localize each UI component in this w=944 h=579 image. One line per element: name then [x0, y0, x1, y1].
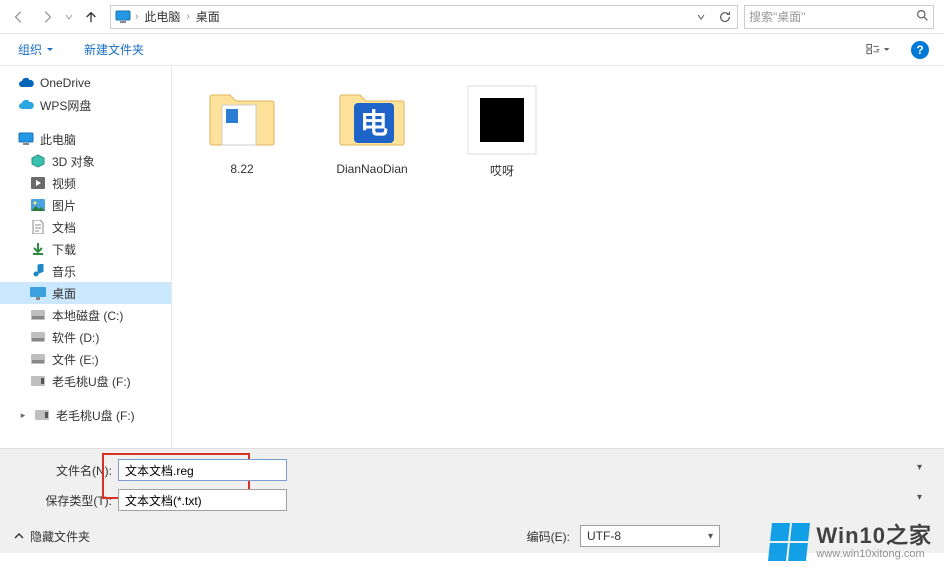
expand-icon[interactable]: ▸	[18, 410, 28, 421]
document-icon	[30, 219, 46, 235]
chevron-down-icon: ▾	[708, 531, 713, 542]
filename-row: 文件名(N): ▾	[14, 459, 930, 481]
music-icon	[30, 263, 46, 279]
hide-folders-button[interactable]: 隐藏文件夹	[14, 528, 90, 545]
desktop-icon	[30, 285, 46, 301]
chevron-down-icon	[697, 13, 705, 21]
file-item[interactable]: 电 DianNaoDian	[322, 80, 422, 180]
new-folder-label: 新建文件夹	[84, 41, 144, 58]
cloud-icon	[18, 75, 34, 91]
tree-3dobjects[interactable]: 3D 对象	[0, 150, 171, 172]
file-label: DianNaoDian	[336, 162, 407, 176]
image-thumb-icon	[466, 84, 538, 156]
chevron-down-icon[interactable]: ▾	[917, 462, 922, 473]
navigation-bar: › 此电脑 › 桌面	[0, 0, 944, 34]
file-item[interactable]: 8.22	[192, 80, 292, 180]
help-button[interactable]: ?	[908, 38, 932, 62]
content-area[interactable]: 8.22 电 DianNaoDian 哎呀	[172, 66, 944, 448]
tree-desktop[interactable]: 桌面	[0, 282, 171, 304]
up-button[interactable]	[78, 4, 104, 30]
tree-thispc[interactable]: 此电脑	[0, 128, 171, 150]
filename-label: 文件名(N):	[14, 462, 118, 479]
chevron-down-icon[interactable]: ▾	[917, 492, 922, 503]
watermark-url: www.win10xitong.com	[816, 548, 932, 560]
tree-local-c[interactable]: 本地磁盘 (C:)	[0, 304, 171, 326]
tree-pictures[interactable]: 图片	[0, 194, 171, 216]
main-area: OneDrive WPS网盘 此电脑 3D 对象 视频 图片 文档	[0, 66, 944, 448]
tree-drive-e[interactable]: 文件 (E:)	[0, 348, 171, 370]
tree-downloads[interactable]: 下载	[0, 238, 171, 260]
chevron-right-icon: ›	[133, 11, 140, 22]
search-box[interactable]	[744, 5, 934, 29]
file-label: 8.22	[230, 162, 253, 176]
file-item[interactable]: 哎呀	[452, 80, 552, 183]
drive-icon	[30, 307, 46, 323]
chevron-down-icon	[65, 13, 73, 21]
help-icon: ?	[911, 41, 929, 59]
encoding-label: 编码(E):	[527, 528, 570, 545]
filetype-row: 保存类型(T): ▾	[14, 489, 930, 511]
filetype-label: 保存类型(T):	[14, 492, 118, 509]
arrow-left-icon	[12, 10, 26, 24]
address-bar[interactable]: › 此电脑 › 桌面	[110, 5, 738, 29]
chevron-down-icon	[46, 46, 54, 54]
folder-tree[interactable]: OneDrive WPS网盘 此电脑 3D 对象 视频 图片 文档	[0, 66, 172, 448]
cube-icon	[30, 153, 46, 169]
cloud-icon	[18, 97, 34, 113]
forward-button[interactable]	[34, 4, 60, 30]
drive-icon	[30, 329, 46, 345]
folder-icon	[206, 84, 278, 156]
windows-logo-icon	[768, 523, 810, 561]
crumb-thispc[interactable]: 此电脑	[140, 6, 184, 28]
search-input[interactable]	[749, 10, 916, 24]
tree-documents[interactable]: 文档	[0, 216, 171, 238]
drive-icon	[30, 351, 46, 367]
arrow-up-icon	[84, 10, 98, 24]
refresh-button[interactable]	[713, 6, 737, 28]
tree-onedrive[interactable]: OneDrive	[0, 72, 171, 94]
tree-wps[interactable]: WPS网盘	[0, 94, 171, 116]
address-dropdown[interactable]	[689, 6, 713, 28]
filename-input[interactable]	[118, 459, 287, 481]
tree-drive-d[interactable]: 软件 (D:)	[0, 326, 171, 348]
new-folder-button[interactable]: 新建文件夹	[78, 37, 150, 62]
pc-icon	[18, 131, 34, 147]
tree-usb-f[interactable]: 老毛桃U盘 (F:)	[0, 370, 171, 392]
recent-dropdown[interactable]	[62, 4, 76, 30]
usb-drive-icon	[30, 373, 46, 389]
chevron-right-icon: ›	[184, 11, 191, 22]
chevron-up-icon	[14, 531, 24, 541]
breadcrumb: › 此电脑 › 桌面	[133, 6, 224, 28]
tree-music[interactable]: 音乐	[0, 260, 171, 282]
file-label: 哎呀	[490, 162, 514, 179]
watermark-title: Win10之家	[816, 524, 932, 548]
filetype-combo[interactable]	[118, 489, 287, 511]
watermark: Win10之家 www.win10xitong.com	[770, 523, 932, 561]
usb-drive-icon	[34, 407, 50, 423]
toolbar: 组织 新建文件夹 ?	[0, 34, 944, 66]
tree-usb-f2[interactable]: ▸ 老毛桃U盘 (F:)	[0, 404, 171, 426]
view-icon	[866, 43, 881, 57]
video-icon	[30, 175, 46, 191]
encoding-value: UTF-8	[587, 529, 621, 543]
location-pc-icon	[113, 7, 133, 27]
crumb-desktop[interactable]: 桌面	[192, 6, 224, 28]
chevron-down-icon	[883, 46, 890, 54]
organize-button[interactable]: 组织	[12, 37, 60, 62]
download-icon	[30, 241, 46, 257]
picture-icon	[30, 197, 46, 213]
search-icon[interactable]	[916, 9, 929, 25]
view-options-button[interactable]	[866, 38, 890, 62]
arrow-right-icon	[40, 10, 54, 24]
refresh-icon	[718, 10, 732, 24]
tree-videos[interactable]: 视频	[0, 172, 171, 194]
encoding-combo[interactable]: UTF-8 ▾	[580, 525, 720, 547]
svg-text:电: 电	[360, 108, 388, 140]
back-button[interactable]	[6, 4, 32, 30]
hide-folders-label: 隐藏文件夹	[30, 528, 90, 545]
organize-label: 组织	[18, 41, 42, 58]
folder-icon: 电	[336, 84, 408, 156]
